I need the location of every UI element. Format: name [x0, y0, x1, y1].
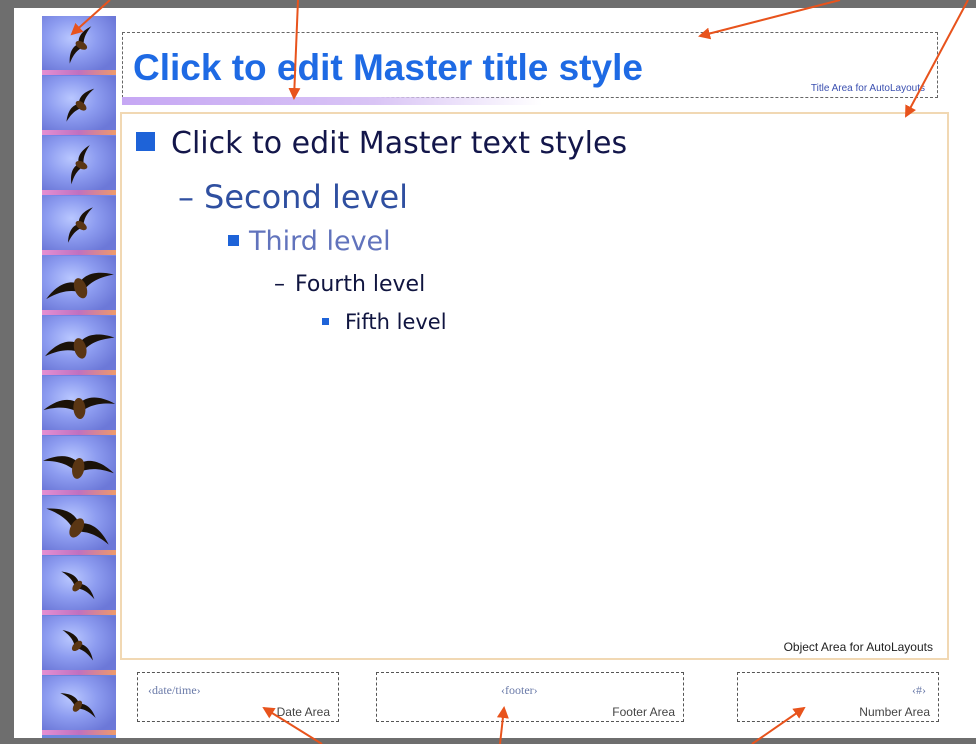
arrow-to-bird-strip	[70, 0, 111, 36]
arrow-to-title-underline	[288, 0, 301, 100]
arrow-to-date-placeholder	[262, 706, 323, 744]
arrow-to-object-placeholder	[905, 0, 969, 118]
arrow-to-footer-placeholder	[496, 706, 509, 744]
arrow-to-title-placeholder	[698, 0, 841, 40]
annotation-arrows	[70, 0, 969, 744]
arrow-to-number-placeholder	[751, 706, 806, 744]
